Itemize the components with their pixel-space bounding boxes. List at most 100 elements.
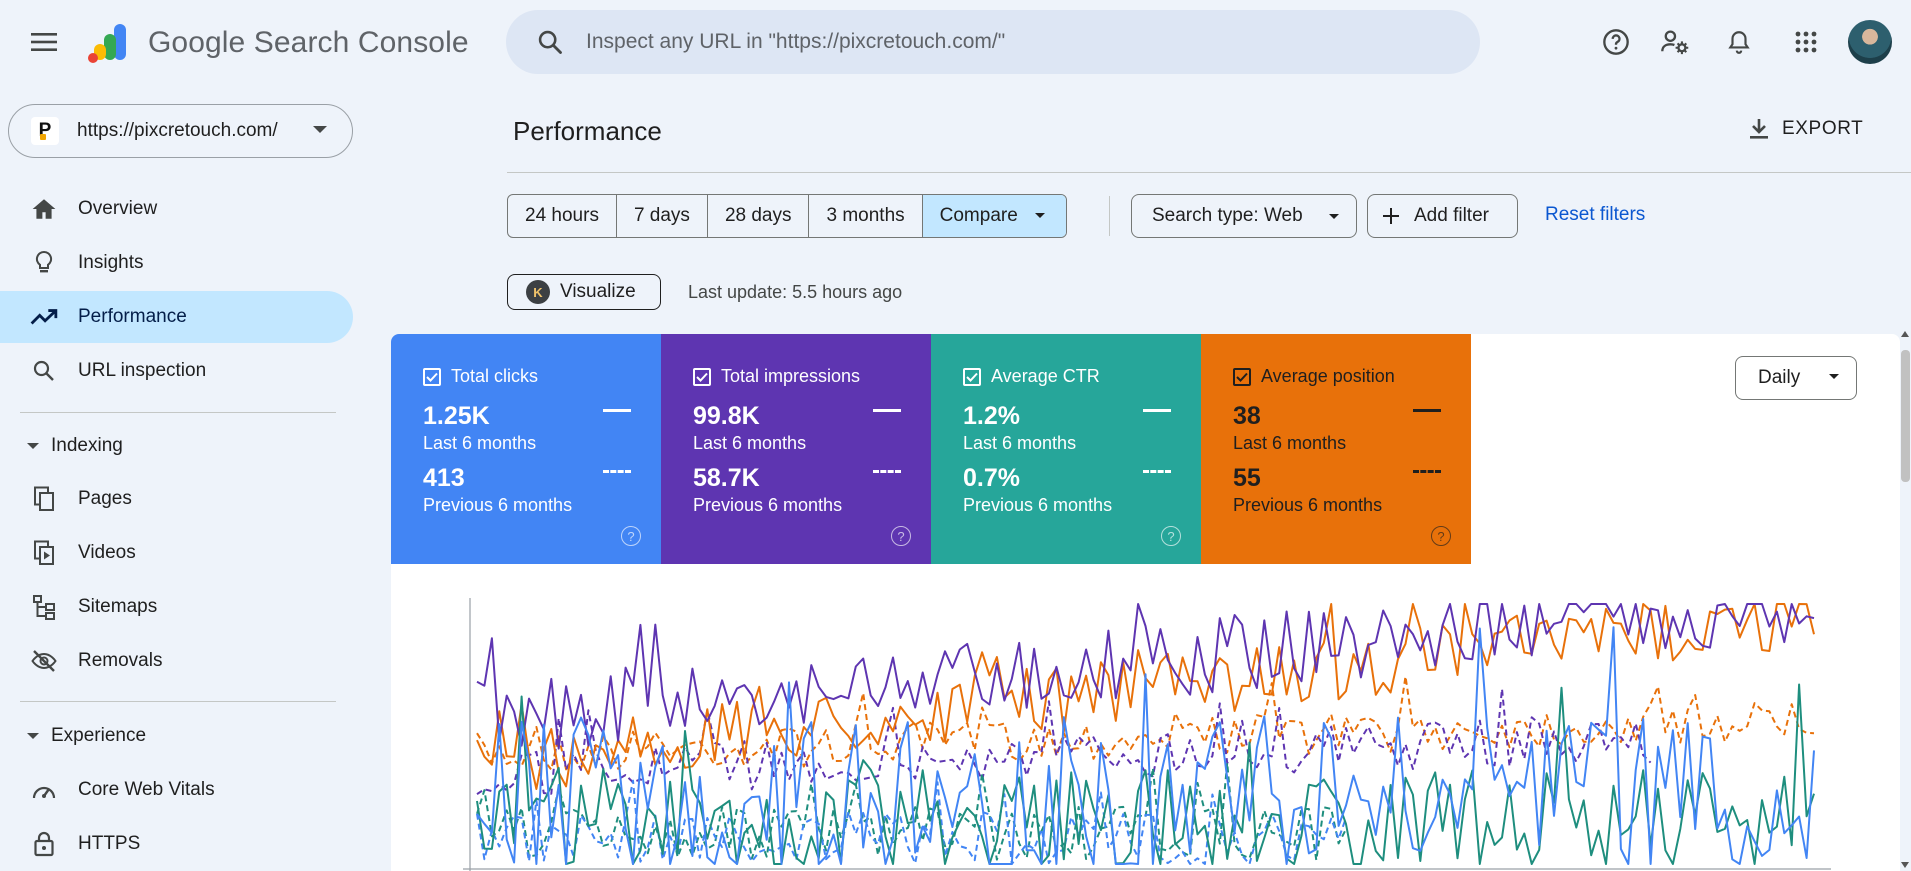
sidebar-item-core-web-vitals[interactable]: Core Web Vitals: [0, 764, 353, 816]
sidebar-item-label: Overview: [78, 198, 158, 219]
trending-up-icon: [30, 303, 58, 331]
visualize-avatar-icon: K: [526, 280, 550, 304]
home-icon: [30, 195, 58, 223]
sidebar-item-removals[interactable]: Removals: [0, 635, 353, 687]
dropdown-arrow-icon: [313, 126, 327, 133]
search-icon[interactable]: [530, 22, 570, 62]
dashed-line-legend-icon: [603, 470, 631, 473]
sitemap-icon: [30, 593, 58, 621]
manage-users-settings-icon[interactable]: [1655, 22, 1695, 62]
filter-separator: [1109, 196, 1110, 236]
date-range-3-months[interactable]: 3 months: [809, 195, 923, 237]
metric-previous-period: Previous 6 months: [963, 495, 1113, 515]
metric-previous-value: 55: [1233, 464, 1261, 492]
solid-line-legend-icon: [603, 409, 631, 412]
pages-icon: [30, 485, 58, 513]
sidebar-item-label: Videos: [78, 542, 136, 563]
search-icon: [30, 357, 58, 385]
sidebar-item-label: Removals: [78, 650, 163, 671]
sidebar-item-label: Performance: [78, 306, 187, 327]
sidebar-item-pages[interactable]: Pages: [0, 473, 353, 525]
sidebar-section-experience[interactable]: Experience: [0, 714, 353, 758]
apps-grid-icon[interactable]: [1786, 22, 1826, 62]
help-icon[interactable]: ?: [891, 526, 911, 546]
date-range-28-days[interactable]: 28 days: [708, 195, 810, 237]
metric-previous-period: Previous 6 months: [693, 495, 843, 515]
series-line-clicks: [476, 626, 1815, 865]
speed-gauge-icon: [30, 776, 58, 804]
metric-current-period: Last 6 months: [423, 433, 537, 453]
metric-current-value: 38: [1233, 402, 1261, 430]
solid-line-legend-icon: [873, 409, 901, 412]
granularity-dropdown[interactable]: Daily: [1735, 356, 1857, 400]
section-label: Indexing: [51, 435, 123, 456]
metric-previous-value: 58.7K: [693, 464, 760, 492]
sidebar-item-videos[interactable]: Videos: [0, 527, 353, 579]
checkbox-checked-icon[interactable]: [423, 367, 441, 386]
lightbulb-icon: [30, 249, 58, 277]
page-title: Performance: [513, 116, 662, 146]
sidebar-item-https[interactable]: HTTPS: [0, 818, 353, 870]
date-range-24-hours[interactable]: 24 hours: [508, 195, 617, 237]
section-label: Experience: [51, 725, 147, 746]
visibility-off-icon: [30, 647, 58, 675]
sidebar-item-performance[interactable]: Performance: [0, 291, 353, 343]
search-type-filter[interactable]: Search type: Web: [1131, 194, 1357, 238]
last-update-text: Last update: 5.5 hours ago: [688, 282, 903, 302]
top-app-bar: Google Search Console: [0, 0, 1911, 84]
checkbox-checked-icon[interactable]: [1233, 367, 1251, 386]
main-menu-button[interactable]: [24, 22, 64, 62]
help-icon[interactable]: ?: [1431, 526, 1451, 546]
sidebar-item-sitemaps[interactable]: Sitemaps: [0, 581, 353, 633]
sidebar-item-url-inspection[interactable]: URL inspection: [0, 345, 353, 397]
expand-caret-icon: [27, 732, 39, 739]
metric-previous-value: 413: [423, 464, 465, 492]
metric-label: Total impressions: [721, 366, 861, 386]
sidebar-divider: [20, 701, 336, 702]
sidebar-item-insights[interactable]: Insights: [0, 237, 353, 289]
metric-current-period: Last 6 months: [1233, 433, 1347, 453]
help-icon[interactable]: ?: [1161, 526, 1181, 546]
help-icon[interactable]: [1596, 22, 1636, 62]
notifications-bell-icon[interactable]: [1719, 22, 1759, 62]
metric-previous-period: Previous 6 months: [423, 495, 573, 515]
dashed-line-legend-icon: [1413, 470, 1441, 473]
performance-line-chart[interactable]: [391, 564, 1900, 871]
export-label: EXPORT: [1782, 118, 1864, 139]
sidebar-item-overview[interactable]: Overview: [0, 183, 353, 235]
account-avatar[interactable]: [1848, 20, 1892, 64]
header-divider: [507, 172, 1911, 173]
property-favicon-icon: P: [31, 117, 59, 145]
dropdown-arrow-icon: [1034, 213, 1045, 218]
sidebar-section-indexing[interactable]: Indexing: [0, 424, 353, 468]
metric-card-average-ctr[interactable]: Average CTR 1.2% Last 6 months 0.7% Prev…: [931, 334, 1201, 564]
url-inspection-search-bar[interactable]: [506, 10, 1480, 74]
dropdown-arrow-icon: [1829, 374, 1839, 379]
metric-card-total-clicks[interactable]: Total clicks 1.25K Last 6 months 413 Pre…: [391, 334, 661, 564]
date-range-7-days[interactable]: 7 days: [617, 195, 708, 237]
metric-label: Total clicks: [451, 366, 539, 386]
app-title[interactable]: Google Search Console: [148, 26, 469, 60]
reset-filters-link[interactable]: Reset filters: [1545, 204, 1645, 226]
export-button[interactable]: EXPORT: [1748, 112, 1863, 146]
metric-previous-value: 0.7%: [963, 464, 1020, 492]
metric-card-total-impressions[interactable]: Total impressions 99.8K Last 6 months 58…: [661, 334, 931, 564]
video-icon: [30, 539, 58, 567]
plus-icon: [1383, 208, 1399, 224]
date-range-selector: 24 hours 7 days 28 days 3 months Compare: [507, 194, 1067, 238]
help-icon[interactable]: ?: [621, 526, 641, 546]
hamburger-menu-icon: [31, 33, 57, 51]
date-range-compare[interactable]: Compare: [922, 195, 1066, 237]
add-filter-button[interactable]: Add filter: [1367, 194, 1518, 238]
expand-caret-icon: [27, 442, 39, 449]
metric-current-period: Last 6 months: [693, 433, 807, 453]
visualize-button[interactable]: K Visualize: [507, 274, 661, 310]
checkbox-checked-icon[interactable]: [963, 367, 981, 386]
checkbox-checked-icon[interactable]: [693, 367, 711, 386]
dropdown-arrow-icon: [1329, 214, 1339, 219]
metric-label: Average position: [1261, 366, 1395, 386]
metric-card-average-position[interactable]: Average position 38 Last 6 months 55 Pre…: [1201, 334, 1471, 564]
page-scrollbar-thumb[interactable]: [1901, 350, 1910, 482]
property-selector[interactable]: P https://pixcretouch.com/: [8, 104, 353, 158]
url-inspection-input[interactable]: [586, 30, 1446, 54]
